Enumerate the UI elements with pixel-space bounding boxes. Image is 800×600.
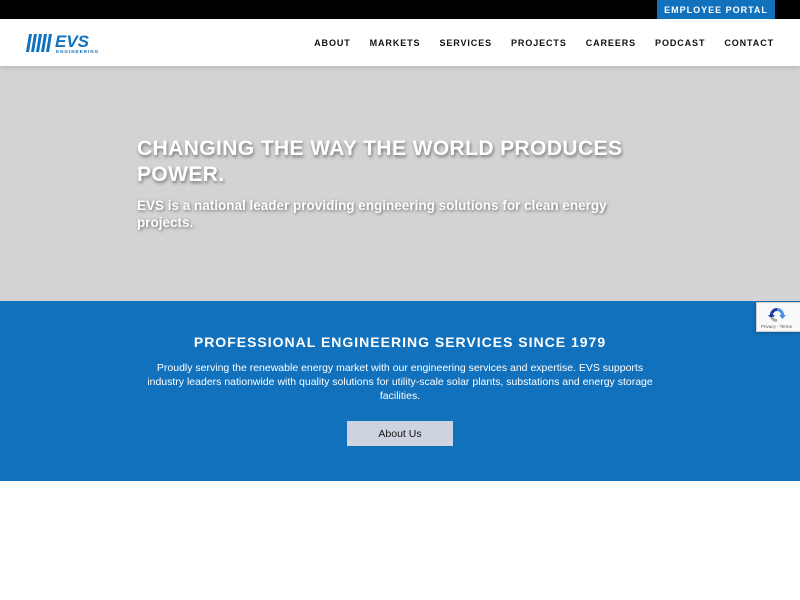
about-us-button[interactable]: About Us bbox=[347, 421, 453, 446]
evs-logo-icon: EVS ENGINEERING bbox=[26, 32, 99, 54]
nav-item-podcast[interactable]: PODCAST bbox=[655, 38, 705, 48]
nav-item-services[interactable]: SERVICES bbox=[439, 38, 492, 48]
services-description: Proudly serving the renewable energy mar… bbox=[147, 362, 653, 402]
page-content-area bbox=[0, 481, 800, 600]
nav-item-contact[interactable]: CONTACT bbox=[724, 38, 774, 48]
recaptcha-badge[interactable]: Privacy - Terms bbox=[756, 302, 800, 332]
hero-title: CHANGING THE WAY THE WORLD PRODUCES POWE… bbox=[137, 137, 623, 186]
logo-tagline: ENGINEERING bbox=[56, 49, 99, 54]
recaptcha-text[interactable]: Privacy - Terms bbox=[761, 324, 792, 329]
nav-item-about[interactable]: ABOUT bbox=[314, 38, 351, 48]
employee-portal-button[interactable]: EMPLOYEE PORTAL bbox=[657, 0, 775, 19]
services-title: PROFESSIONAL ENGINEERING SERVICES SINCE … bbox=[193, 334, 607, 350]
top-bar: EMPLOYEE PORTAL bbox=[0, 0, 800, 19]
nav-item-markets[interactable]: MARKETS bbox=[370, 38, 421, 48]
nav-item-projects[interactable]: PROJECTS bbox=[511, 38, 567, 48]
recaptcha-icon bbox=[768, 308, 786, 323]
site-header: EVS ENGINEERING ABOUT MARKETS SERVICES P… bbox=[0, 19, 800, 66]
nav-item-careers[interactable]: CAREERS bbox=[586, 38, 636, 48]
main-nav: ABOUT MARKETS SERVICES PROJECTS CAREERS … bbox=[295, 19, 774, 66]
hero-subtitle: EVS is a national leader providing engin… bbox=[137, 198, 607, 230]
evs-logo[interactable]: EVS ENGINEERING bbox=[25, 32, 120, 54]
